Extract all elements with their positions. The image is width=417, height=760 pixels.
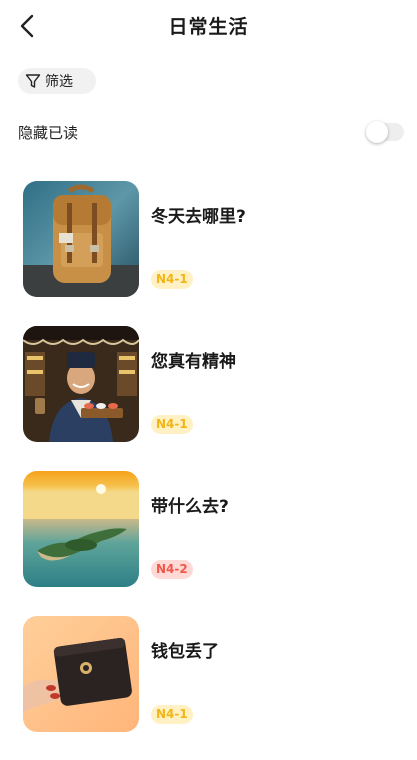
filter-label: 筛选 (45, 74, 73, 90)
lesson-thumbnail-sushi-chef (23, 326, 139, 442)
hide-read-label: 隐藏已读 (18, 124, 79, 142)
level-badge: N4-1 (151, 270, 193, 289)
toggle-knob (366, 121, 388, 143)
lesson-thumbnail-island-sunset (23, 471, 139, 587)
funnel-icon (25, 74, 41, 88)
top-bar: 日常生活 (0, 0, 417, 52)
lesson-title: 带什么去? (151, 497, 229, 517)
lesson-thumbnail-backpack (23, 181, 139, 297)
sushi-chef-image (23, 326, 139, 442)
wallet-image (23, 616, 139, 732)
lesson-title: 冬天去哪里? (151, 207, 246, 227)
lesson-item[interactable]: 您真有精神 N4-1 (0, 325, 417, 470)
page-title: 日常生活 (168, 16, 249, 38)
level-badge: N4-1 (151, 415, 193, 434)
filter-button[interactable]: 筛选 (18, 68, 96, 94)
level-badge: N4-1 (151, 705, 193, 724)
lesson-thumbnail-wallet (23, 616, 139, 732)
lesson-item[interactable]: 带什么去? N4-2 (0, 470, 417, 615)
lesson-list: 冬天去哪里? N4-1 您真有精神 N4-1 带什么去? N4-2 钱包丢了 N… (0, 180, 417, 760)
hide-read-toggle[interactable] (366, 121, 404, 143)
backpack-image (23, 181, 139, 297)
lesson-title: 您真有精神 (151, 352, 236, 372)
lesson-item[interactable]: 钱包丢了 N4-1 (0, 615, 417, 760)
lesson-title: 钱包丢了 (151, 642, 219, 662)
lesson-item[interactable]: 冬天去哪里? N4-1 (0, 180, 417, 325)
level-badge: N4-2 (151, 560, 193, 579)
island-sunset-image (23, 471, 139, 587)
